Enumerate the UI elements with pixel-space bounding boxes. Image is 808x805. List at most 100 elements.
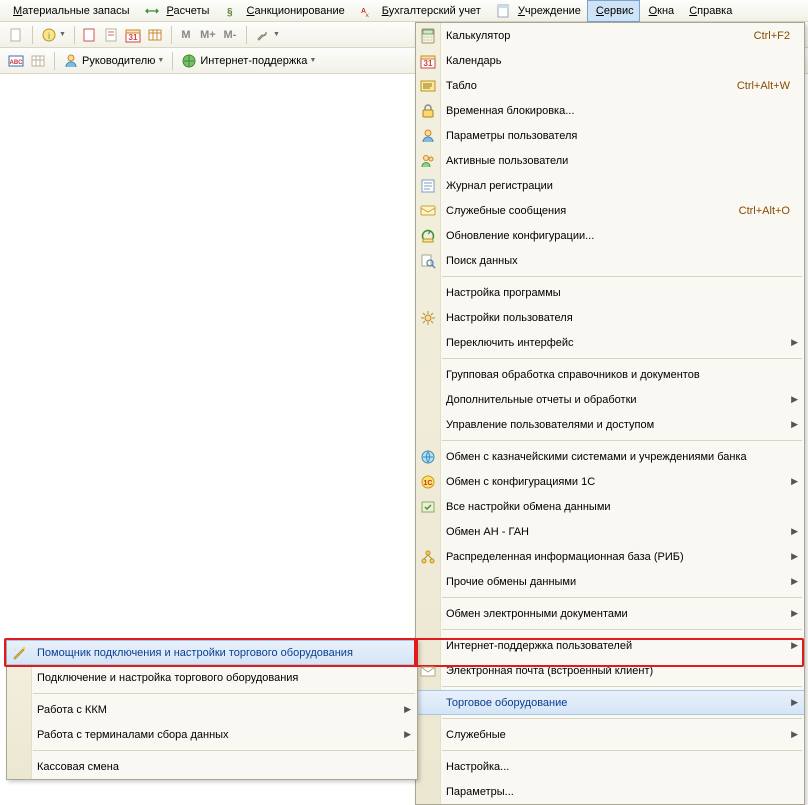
service-item-3[interactable]: Временная блокировка... [416,98,804,123]
m-plus[interactable]: M+ [198,25,218,45]
service-item-8[interactable]: Обновление конфигурации... [416,223,804,248]
sub-sep-5 [33,750,415,751]
doc-icon-2[interactable] [101,25,121,45]
menubar-item-2[interactable]: §Санкционирование [215,1,350,21]
service-item-13[interactable]: Переключить интерфейс▶ [416,330,804,355]
service-label-7: Служебные сообщения [446,205,715,217]
service-label-8: Обновление конфигурации... [446,230,790,242]
service-sep-30 [442,686,802,687]
service-item-4[interactable]: Параметры пользователя [416,123,804,148]
service-item-19[interactable]: Обмен с казначейскими системами и учрежд… [416,444,804,469]
service-item-2[interactable]: ТаблоCtrl+Alt+W [416,73,804,98]
service-item-24[interactable]: Прочие обмены данными▶ [416,569,804,594]
menubar-item-7[interactable]: Справка [680,1,738,21]
service-label-36: Параметры... [446,786,790,798]
service-icon-4 [420,128,436,144]
sub-item-6[interactable]: Кассовая смена [7,754,417,779]
service-label-16: Дополнительные отчеты и обработки [446,394,790,406]
service-item-20[interactable]: Обмен с конфигурациями 1С▶ [416,469,804,494]
menubar-item-3[interactable]: АкБухгалтерский учет [351,1,487,21]
service-icon-6 [420,178,436,194]
sub-icon-1 [11,670,27,686]
calendar-31-icon[interactable] [123,25,143,45]
service-label-6: Журнал регистрации [446,180,790,192]
service-icon-17 [420,417,436,433]
service-item-28[interactable]: Интернет-поддержка пользователей▶ [416,633,804,658]
sub-item-3[interactable]: Работа с ККМ▶ [7,697,417,722]
service-label-22: Обмен АН - ГАН [446,526,790,538]
service-item-36[interactable]: Параметры... [416,779,804,804]
service-item-7[interactable]: Служебные сообщения Ctrl+Alt+O [416,198,804,223]
service-icon-26 [420,606,436,622]
service-item-17[interactable]: Управление пользователями и доступом▶ [416,412,804,437]
service-arrow-26: ▶ [791,608,798,619]
internet-label: Интернет-поддержка [200,55,307,67]
service-label-11: Настройка программы [446,287,790,299]
service-icon-35 [420,759,436,775]
service-item-26[interactable]: Обмен электронными документами▶ [416,601,804,626]
service-item-22[interactable]: Обмен АН - ГАН▶ [416,519,804,544]
service-item-16[interactable]: Дополнительные отчеты и обработки▶ [416,387,804,412]
menubar-item-4[interactable]: Учреждение [487,1,587,21]
m-bold[interactable]: M [176,25,196,45]
service-label-4: Параметры пользователя [446,130,790,142]
service-item-11[interactable]: Настройка программы [416,280,804,305]
service-item-21[interactable]: Все настройки обмена данными [416,494,804,519]
grid-icon[interactable] [28,51,48,71]
new-icon[interactable] [6,25,26,45]
service-icon-12 [420,310,436,326]
menubar-item-1[interactable]: Расчеты [136,1,216,21]
service-item-31[interactable]: Торговое оборудование▶ [416,690,804,715]
service-label-24: Прочие обмены данными [446,576,790,588]
service-label-29: Электронная почта (встроенный клиент) [446,665,790,677]
menubar-item-5[interactable]: Сервис [587,0,640,22]
service-icon-29 [420,663,436,679]
service-label-23: Распределенная информационная база (РИБ) [446,551,790,563]
internet-support-dropdown[interactable]: Интернет-поддержка ▼ [177,53,320,69]
wrench-dropdown[interactable]: ▼ [251,27,284,43]
service-icon-0 [420,28,436,44]
service-icon-15 [420,367,436,383]
service-arrow-16: ▶ [791,394,798,405]
sub-sep-2 [33,693,415,694]
service-label-35: Настройка... [446,761,790,773]
service-item-23[interactable]: Распределенная информационная база (РИБ)… [416,544,804,569]
sub-item-4[interactable]: Работа с терминалами сбора данных▶ [7,722,417,747]
service-item-6[interactable]: Журнал регистрации [416,173,804,198]
service-item-35[interactable]: Настройка... [416,754,804,779]
m-minus[interactable]: M- [220,25,240,45]
menubar-item-6[interactable]: Окна [640,1,681,21]
service-item-33[interactable]: Служебные▶ [416,722,804,747]
menubar-icon-2: § [221,1,241,21]
svg-text:к: к [366,13,369,19]
service-icon-7 [420,203,436,219]
service-label-13: Переключить интерфейс [446,337,790,349]
service-shortcut-7: Ctrl+Alt+O [739,205,790,217]
calendar-grid-icon[interactable] [145,25,165,45]
service-sep-25 [442,597,802,598]
service-sep-10 [442,276,802,277]
service-icon-28 [420,638,436,654]
sub-item-1[interactable]: Подключение и настройка торгового оборуд… [7,665,417,690]
service-icon-22 [420,524,436,540]
service-icon-9 [420,253,436,269]
service-item-15[interactable]: Групповая обработка справочников и докум… [416,362,804,387]
sub-item-0[interactable]: Помощник подключения и настройки торгово… [7,640,417,665]
menubar-label-4: Учреждение [518,5,581,17]
info-dropdown[interactable]: i▼ [37,27,70,43]
service-item-29[interactable]: Электронная почта (встроенный клиент) [416,658,804,683]
service-item-5[interactable]: Активные пользователи [416,148,804,173]
service-icon-2 [420,78,436,94]
service-item-1[interactable]: Календарь [416,48,804,73]
ruk-dropdown[interactable]: Руководителю ▼ [59,53,168,69]
abc-icon[interactable]: ABC [6,51,26,71]
service-item-0[interactable]: КалькуляторCtrl+F2 [416,23,804,48]
service-sep-18 [442,440,802,441]
service-item-12[interactable]: Настройки пользователя [416,305,804,330]
menubar-item-0[interactable]: Материальные запасы [4,1,136,21]
service-item-9[interactable]: Поиск данных [416,248,804,273]
service-arrow-20: ▶ [791,476,798,487]
doc-icon-1[interactable] [79,25,99,45]
sub-label-4: Работа с терминалами сбора данных [37,729,403,741]
service-arrow-13: ▶ [791,337,798,348]
